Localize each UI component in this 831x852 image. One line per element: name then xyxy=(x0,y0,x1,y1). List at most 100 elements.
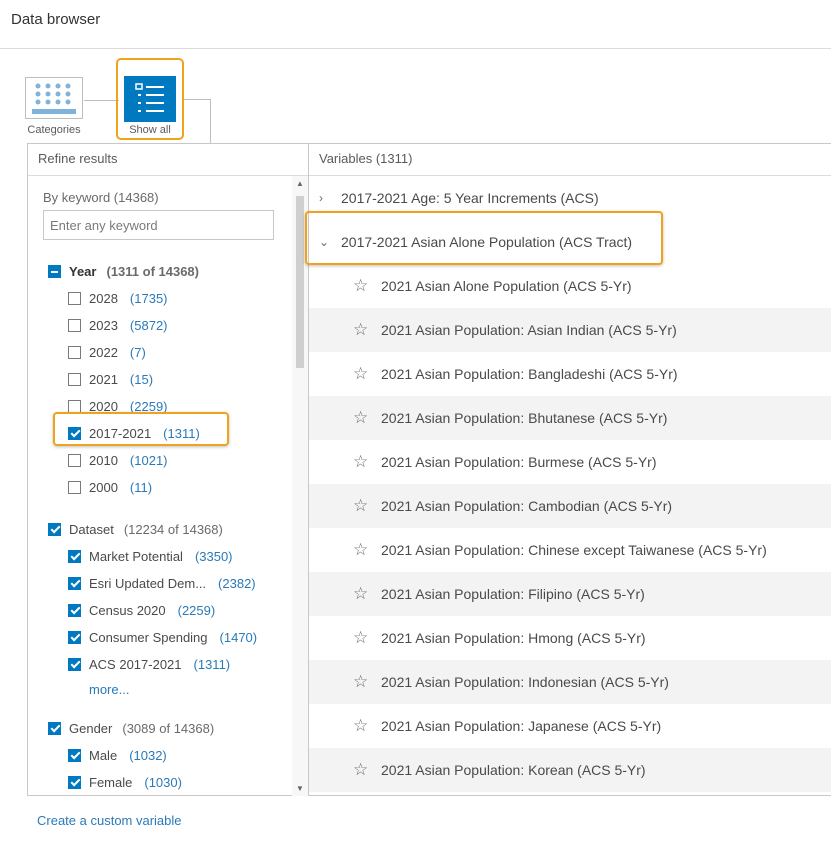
facet-option-label: Esri Updated Dem... xyxy=(89,575,207,591)
facet-checkbox[interactable] xyxy=(68,657,81,671)
facet-option[interactable]: Esri Updated Dem... (2382) xyxy=(68,573,256,593)
variable-item[interactable]: ☆ 2021 Asian Population: Japanese (ACS 5-… xyxy=(309,704,831,748)
create-custom-variable-link[interactable]: Create a custom variable xyxy=(37,813,182,828)
star-icon[interactable]: ☆ xyxy=(353,760,381,780)
facet-checkbox[interactable] xyxy=(68,345,81,359)
facet-option[interactable]: Male (1032) xyxy=(68,745,167,765)
facet-checkbox[interactable] xyxy=(68,630,81,644)
variable-item[interactable]: ☆ 2021 Asian Population: Korean (ACS 5-Yr… xyxy=(309,748,831,792)
variable-label: 2021 Asian Population: Filipino (ACS 5-Y… xyxy=(381,586,645,602)
facet-option[interactable]: 2021 (15) xyxy=(68,369,153,389)
year-group-toggle[interactable]: Year (1311 of 14368) xyxy=(48,261,199,281)
facet-option-count: (1021) xyxy=(129,452,168,468)
variable-item[interactable]: ☆ 2021 Asian Population: Cambodian (ACS 5… xyxy=(309,484,831,528)
facet-option[interactable]: 2028 (1735) xyxy=(68,288,168,308)
facet-option-label: Census 2020 xyxy=(89,602,166,618)
scrollbar-thumb[interactable] xyxy=(296,196,304,368)
variable-item[interactable]: ☆ 2021 Asian Population: Chinese except T… xyxy=(309,528,831,572)
star-icon[interactable]: ☆ xyxy=(353,408,381,428)
variable-item[interactable]: ☆ 2021 Asian Population: Bangladeshi (ACS… xyxy=(309,352,831,396)
gender-group-count: (3089 of 14368) xyxy=(122,720,215,736)
refine-scrollbar[interactable]: ▲ ▼ xyxy=(292,176,308,796)
categories-mode-button[interactable]: Categories xyxy=(24,77,84,136)
facet-option-label: 2000 xyxy=(89,479,118,495)
facet-option[interactable]: Female (1030) xyxy=(68,772,182,792)
facet-checkbox[interactable] xyxy=(68,399,81,413)
facet-checkbox[interactable] xyxy=(68,453,81,467)
variable-label: 2021 Asian Population: Japanese (ACS 5-Y… xyxy=(381,718,662,734)
facet-option[interactable]: Consumer Spending (1470) xyxy=(68,627,257,647)
variable-label: 2021 Asian Population: Bangladeshi (ACS … xyxy=(381,366,678,382)
scroll-down-icon[interactable]: ▼ xyxy=(296,784,304,793)
star-icon[interactable]: ☆ xyxy=(353,716,381,736)
facet-checkbox[interactable] xyxy=(68,291,81,305)
gender-group-checkbox[interactable] xyxy=(48,721,61,735)
dataset-group-toggle[interactable]: Dataset (12234 of 14368) xyxy=(48,519,223,539)
refine-list: By keyword (14368) Year (1311 of 14368) … xyxy=(28,176,290,796)
scroll-up-icon[interactable]: ▲ xyxy=(296,179,304,188)
variable-label: 2021 Asian Population: Burmese (ACS 5-Yr… xyxy=(381,454,657,470)
facet-checkbox[interactable] xyxy=(68,603,81,617)
facet-option-label: Consumer Spending xyxy=(89,629,208,645)
facet-option[interactable]: 2000 (11) xyxy=(68,477,152,497)
star-icon[interactable]: ☆ xyxy=(353,672,381,692)
chevron-right-icon: › xyxy=(319,191,323,205)
variable-item[interactable]: ☆ 2021 Asian Population: Hmong (ACS 5-Yr) xyxy=(309,616,831,660)
variable-item[interactable]: ☆ 2021 Asian Alone Population (ACS 5-Yr) xyxy=(309,264,831,308)
facet-option[interactable]: 2010 (1021) xyxy=(68,450,168,470)
dataset-group-label: Dataset xyxy=(69,521,114,537)
app-header: Data browser xyxy=(0,0,831,49)
facet-option[interactable]: Census 2020 (2259) xyxy=(68,600,215,620)
facet-option-count: (2259) xyxy=(177,602,216,618)
facet-checkbox[interactable] xyxy=(68,318,81,332)
variable-item[interactable]: ☆ 2021 Asian Population: Indonesian (ACS … xyxy=(309,660,831,704)
variable-label: 2021 Asian Population: Indonesian (ACS 5… xyxy=(381,674,669,690)
star-icon[interactable]: ☆ xyxy=(353,628,381,648)
star-icon[interactable]: ☆ xyxy=(353,276,381,296)
keyword-label: By keyword (14368) xyxy=(43,190,159,205)
facet-option-count: (1470) xyxy=(219,629,258,645)
gender-group-toggle[interactable]: Gender (3089 of 14368) xyxy=(48,718,214,738)
keyword-input[interactable] xyxy=(43,210,274,240)
facet-option-count: (1032) xyxy=(129,747,167,763)
facet-option-count: (1735) xyxy=(129,290,168,306)
facet-checkbox[interactable] xyxy=(68,775,81,789)
year-group-count: (1311 of 14368) xyxy=(106,263,199,279)
facet-checkbox[interactable] xyxy=(68,549,81,563)
dataset-group-checkbox[interactable] xyxy=(48,522,61,536)
facet-option-label: 2021 xyxy=(89,371,118,387)
variables-panel: Variables (1311) › 2017-2021 Age: 5 Year… xyxy=(305,144,831,795)
variable-label: 2021 Asian Population: Bhutanese (ACS 5-… xyxy=(381,410,668,426)
facet-checkbox[interactable] xyxy=(68,576,81,590)
facet-checkbox[interactable] xyxy=(68,480,81,494)
dataset-group-count: (12234 of 14368) xyxy=(123,521,223,537)
facet-option[interactable]: 2023 (5872) xyxy=(68,315,168,335)
show-all-mode-button[interactable]: Show all xyxy=(116,58,184,140)
star-icon[interactable]: ☆ xyxy=(353,540,381,560)
variable-item[interactable]: ☆ 2021 Asian Population: Burmese (ACS 5-Y… xyxy=(309,440,831,484)
variable-item[interactable]: ☆ 2021 Asian Population: Asian Indian (AC… xyxy=(309,308,831,352)
variable-item[interactable]: ☆ 2021 Asian Population: Bhutanese (ACS 5… xyxy=(309,396,831,440)
variables-list: › 2017-2021 Age: 5 Year Increments (ACS)… xyxy=(309,176,831,792)
facet-option[interactable]: 2022 (7) xyxy=(68,342,146,362)
variable-group-label: 2017-2021 Age: 5 Year Increments (ACS) xyxy=(341,190,599,206)
facet-checkbox[interactable] xyxy=(68,372,81,386)
facet-checkbox[interactable] xyxy=(68,748,81,762)
variable-label: 2021 Asian Population: Hmong (ACS 5-Yr) xyxy=(381,630,646,646)
star-icon[interactable]: ☆ xyxy=(353,320,381,340)
variable-label: 2021 Asian Population: Asian Indian (ACS… xyxy=(381,322,677,338)
star-icon[interactable]: ☆ xyxy=(353,496,381,516)
star-icon[interactable]: ☆ xyxy=(353,584,381,604)
dataset-more-link[interactable]: more... xyxy=(89,682,129,697)
facet-option-label: Market Potential xyxy=(89,548,183,564)
star-icon[interactable]: ☆ xyxy=(353,364,381,384)
variable-item[interactable]: ☆ 2021 Asian Population: Filipino (ACS 5-… xyxy=(309,572,831,616)
variable-label: 2021 Asian Population: Korean (ACS 5-Yr) xyxy=(381,762,646,778)
facet-option[interactable]: Market Potential (3350) xyxy=(68,546,233,566)
facet-option-count: (11) xyxy=(129,479,153,495)
browser-panel: Refine results By keyword (14368) Year (… xyxy=(27,143,831,796)
facet-option[interactable]: ACS 2017-2021 (1311) xyxy=(68,654,230,674)
year-group-checkbox[interactable] xyxy=(48,264,61,278)
facet-option-label: 2028 xyxy=(89,290,118,306)
star-icon[interactable]: ☆ xyxy=(353,452,381,472)
